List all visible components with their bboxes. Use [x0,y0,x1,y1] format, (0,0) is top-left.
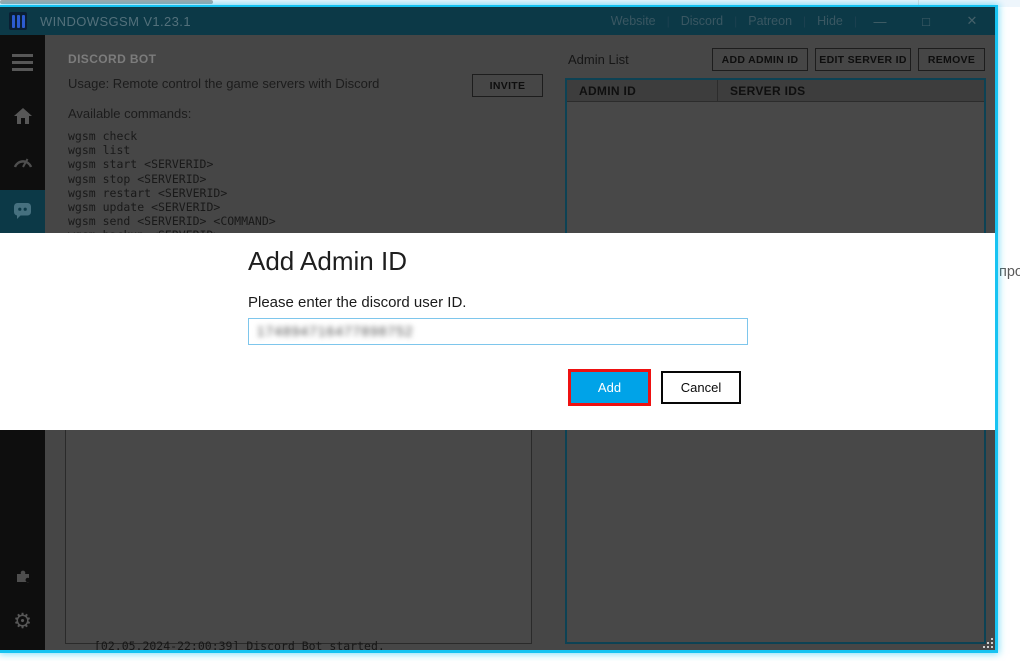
page-title: DISCORD BOT [68,52,157,66]
command-line: wgsm send <SERVERID> <COMMAND> [68,214,276,229]
gauge-icon [13,155,33,173]
add-admin-id-button[interactable]: ADD ADMIN ID [712,48,808,71]
column-header-admin-id[interactable]: ADMIN ID [567,84,717,98]
discord-user-id-input[interactable]: 174894716477898752 [248,318,748,345]
cancel-button[interactable]: Cancel [661,371,741,404]
dialog-title: Add Admin ID [248,246,407,276]
puzzle-icon [14,567,32,590]
link-patreon[interactable]: Patreon [737,14,803,28]
command-line: wgsm list [68,143,131,158]
close-button[interactable]: ✕ [949,11,995,31]
command-line: wgsm start <SERVERID> [68,157,214,172]
link-website[interactable]: Website [600,14,667,28]
dialog-prompt: Please enter the discord user ID. [248,294,467,311]
usage-text: Usage: Remote control the game servers w… [68,76,380,91]
link-hide[interactable]: Hide [806,14,854,28]
add-button[interactable]: Add [571,372,648,403]
remove-button[interactable]: REMOVE [918,48,985,71]
window-title: WINDOWSGSM V1.23.1 [40,13,191,29]
bot-log-lines: [02.05.2024-22:00:39] Discord Bot starte… [94,639,385,650]
link-discord[interactable]: Discord [670,14,734,28]
edit-server-id-button[interactable]: EDIT SERVER ID [815,48,911,71]
background-page-text: прос [999,264,1020,280]
command-line: wgsm restart <SERVERID> [68,185,228,200]
command-line: wgsm update <SERVERID> [68,200,221,215]
command-list: wgsm check wgsm list wgsm start <SERVERI… [68,129,276,243]
sidebar-item-dashboard[interactable] [0,145,45,183]
command-line: wgsm check [68,129,138,143]
column-header-server-ids[interactable]: SERVER IDS [718,84,805,98]
title-bar[interactable]: WINDOWSGSM V1.23.1 Website | Discord | P… [0,7,995,35]
hamburger-menu-icon [12,53,33,71]
minimize-button[interactable]: — [857,12,903,31]
add-button-highlight-annotation: Add [568,369,651,406]
discord-icon [12,201,33,225]
admin-table-header: ADMIN ID SERVER IDS [567,79,984,102]
sidebar-item-home[interactable] [0,99,45,137]
command-line: wgsm stop <SERVERID> [68,171,207,186]
log-line: [02.05.2024-22:00:39] Discord Bot starte… [94,639,385,650]
sidebar-item-plugins[interactable] [0,559,45,597]
sidebar-item-discord-bot[interactable] [0,190,45,235]
windowsgsm-window: WINDOWSGSM V1.23.1 Website | Discord | P… [0,5,998,653]
available-commands-label: Available commands: [68,106,192,121]
home-icon [13,107,33,130]
discord-user-id-value: 174894716477898752 [257,324,414,339]
sidebar-item-menu[interactable] [0,43,45,81]
maximize-button[interactable]: □ [903,12,949,31]
app-logo-icon [9,12,27,30]
add-admin-id-dialog: Add Admin ID Please enter the discord us… [0,233,995,430]
background-scrollbar[interactable] [0,0,213,4]
invite-button[interactable]: INVITE [472,74,543,97]
gear-icon: ⚙ [13,609,32,633]
resize-grip[interactable] [981,636,993,648]
admin-list-label: Admin List [568,52,629,67]
sidebar-item-settings[interactable]: ⚙ [0,602,45,640]
